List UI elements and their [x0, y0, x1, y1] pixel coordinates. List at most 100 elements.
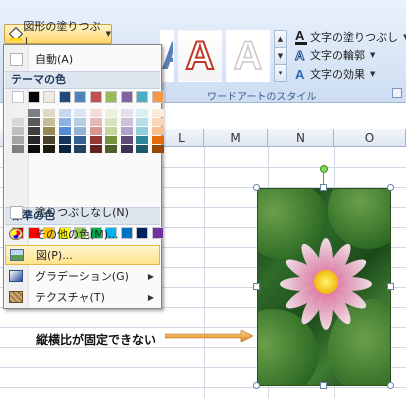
- text-effects-button[interactable]: A 文字の効果 ▼: [295, 65, 375, 83]
- column-header-l[interactable]: L: [160, 129, 204, 147]
- wordart-style-gray-outline[interactable]: A: [226, 30, 270, 82]
- theme-color-shade[interactable]: [90, 109, 102, 117]
- resize-handle-left[interactable]: [253, 283, 260, 290]
- theme-color-shade[interactable]: [152, 145, 164, 153]
- theme-color-swatch[interactable]: [90, 91, 102, 103]
- resize-handle-top-right[interactable]: [387, 184, 394, 191]
- theme-color-swatch[interactable]: [121, 91, 133, 103]
- theme-color-shade[interactable]: [121, 127, 133, 135]
- theme-color-shade[interactable]: [90, 118, 102, 126]
- menu-item-texture[interactable]: テクスチャ(T) ▶: [5, 287, 160, 307]
- resize-handle-right[interactable]: [387, 283, 394, 290]
- theme-color-shade[interactable]: [152, 109, 164, 117]
- theme-color-shade[interactable]: [28, 118, 40, 126]
- gallery-more-icon[interactable]: ▾: [275, 65, 286, 82]
- theme-color-shade[interactable]: [12, 145, 24, 153]
- column-header-m[interactable]: M: [204, 129, 268, 147]
- theme-color-shade[interactable]: [121, 145, 133, 153]
- wordart-style-red-outline[interactable]: A: [178, 30, 222, 82]
- theme-color-shade[interactable]: [74, 136, 86, 144]
- theme-color-shade[interactable]: [90, 127, 102, 135]
- theme-color-shade[interactable]: [152, 118, 164, 126]
- theme-color-shade[interactable]: [28, 136, 40, 144]
- theme-color-shade[interactable]: [59, 136, 71, 144]
- theme-color-shade[interactable]: [121, 109, 133, 117]
- menu-item-no-fill[interactable]: 塗りつぶしなし(N): [5, 202, 160, 222]
- text-outline-button[interactable]: A 文字の輪郭 ▼: [295, 46, 376, 64]
- theme-color-shade[interactable]: [12, 127, 24, 135]
- gallery-up-icon[interactable]: ▲: [275, 31, 286, 48]
- theme-color-shade[interactable]: [136, 118, 148, 126]
- gridline: [204, 147, 205, 398]
- theme-color-swatch[interactable]: [59, 91, 71, 103]
- theme-color-shade[interactable]: [105, 136, 117, 144]
- theme-color-shade[interactable]: [43, 127, 55, 135]
- theme-color-shade[interactable]: [74, 127, 86, 135]
- theme-color-shade[interactable]: [43, 145, 55, 153]
- menu-item-gradient[interactable]: グラデーション(G) ▶: [5, 266, 160, 286]
- menu-item-automatic[interactable]: 自動(A): [5, 49, 160, 69]
- theme-color-swatch[interactable]: [152, 91, 164, 103]
- theme-color-shade[interactable]: [43, 109, 55, 117]
- resize-handle-bottom-left[interactable]: [253, 382, 260, 389]
- theme-color-shade[interactable]: [28, 109, 40, 117]
- theme-color-shade[interactable]: [105, 127, 117, 135]
- text-fill-icon: A: [295, 29, 307, 45]
- theme-color-swatch[interactable]: [105, 91, 117, 103]
- theme-color-shade[interactable]: [59, 109, 71, 117]
- theme-color-shade[interactable]: [136, 136, 148, 144]
- theme-color-swatch[interactable]: [136, 91, 148, 103]
- theme-color-shade[interactable]: [74, 109, 86, 117]
- theme-color-shade[interactable]: [43, 136, 55, 144]
- resize-handle-bottom[interactable]: [320, 382, 327, 389]
- texture-icon: [9, 291, 23, 303]
- wordart-gallery-scroll[interactable]: ▲ ▼ ▾: [274, 30, 287, 82]
- rotate-handle[interactable]: [320, 165, 328, 173]
- theme-color-shade[interactable]: [121, 136, 133, 144]
- theme-color-shade[interactable]: [12, 109, 24, 117]
- submenu-arrow-icon: ▶: [147, 271, 154, 281]
- theme-color-shade[interactable]: [136, 109, 148, 117]
- gallery-down-icon[interactable]: ▼: [275, 48, 286, 65]
- shape-fill-dropdown-button[interactable]: 図形の塗りつぶし ▼: [4, 20, 112, 49]
- theme-color-shade[interactable]: [136, 145, 148, 153]
- chevron-down-icon: ▼: [370, 51, 376, 59]
- menu-item-label: テクスチャ(T): [35, 291, 105, 304]
- theme-color-shade[interactable]: [90, 136, 102, 144]
- dialog-launcher-icon[interactable]: [392, 88, 402, 98]
- theme-color-shade[interactable]: [43, 118, 55, 126]
- theme-color-shade[interactable]: [12, 136, 24, 144]
- text-fill-button[interactable]: A 文字の塗りつぶし ▼: [295, 28, 406, 46]
- theme-color-shade[interactable]: [74, 145, 86, 153]
- theme-color-shade[interactable]: [28, 145, 40, 153]
- annotation-arrow-icon: [165, 330, 253, 342]
- theme-color-swatch[interactable]: [12, 91, 24, 103]
- theme-color-shade[interactable]: [105, 109, 117, 117]
- theme-color-shade[interactable]: [105, 145, 117, 153]
- theme-color-swatch[interactable]: [43, 91, 55, 103]
- column-header-o[interactable]: O: [334, 129, 406, 147]
- theme-color-shade[interactable]: [90, 145, 102, 153]
- theme-color-shade[interactable]: [74, 118, 86, 126]
- column-header-n[interactable]: N: [268, 129, 334, 147]
- theme-color-shade[interactable]: [12, 118, 24, 126]
- menu-item-more-colors[interactable]: その他の色(M)...: [5, 224, 160, 244]
- theme-color-shade[interactable]: [152, 127, 164, 135]
- theme-color-shade[interactable]: [59, 127, 71, 135]
- resize-handle-top-left[interactable]: [253, 184, 260, 191]
- theme-color-shade[interactable]: [136, 127, 148, 135]
- text-outline-icon: A: [295, 47, 305, 63]
- theme-color-shade[interactable]: [59, 145, 71, 153]
- theme-color-shade[interactable]: [28, 127, 40, 135]
- theme-color-shade[interactable]: [105, 118, 117, 126]
- theme-color-shade[interactable]: [121, 118, 133, 126]
- water-lily-picture[interactable]: [257, 188, 391, 386]
- theme-color-shade[interactable]: [152, 136, 164, 144]
- resize-handle-top[interactable]: [320, 184, 327, 191]
- theme-color-swatch[interactable]: [74, 91, 86, 103]
- theme-color-swatch[interactable]: [28, 91, 40, 103]
- resize-handle-bottom-right[interactable]: [387, 382, 394, 389]
- theme-color-shade[interactable]: [59, 118, 71, 126]
- wordart-style-partial[interactable]: A: [160, 30, 174, 82]
- menu-item-picture[interactable]: 図(P)...: [5, 245, 160, 265]
